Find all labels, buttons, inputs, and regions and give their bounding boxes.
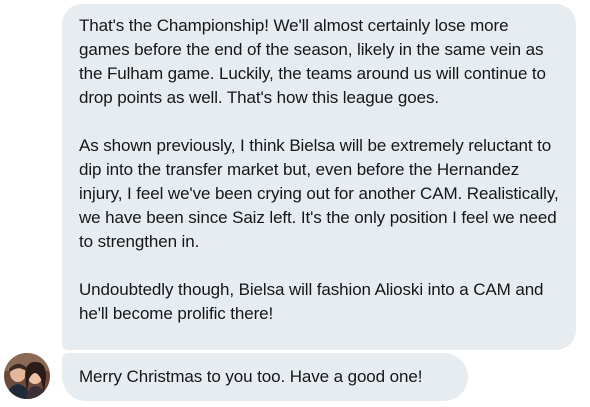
message-paragraph: That's the Championship! We'll almost ce… [79, 16, 546, 107]
message-bubble-received: That's the Championship! We'll almost ce… [62, 4, 576, 350]
message-bubble-received: Merry Christmas to you too. Have a good … [62, 353, 468, 401]
user-avatar-photo-icon [4, 353, 50, 399]
avatar[interactable] [4, 353, 50, 399]
message-text: Merry Christmas to you too. Have a good … [79, 367, 423, 386]
message-paragraph: As shown previously, I think Bielsa will… [79, 136, 559, 251]
message-paragraph: Undoubtedly though, Bielsa will fashion … [79, 280, 544, 323]
